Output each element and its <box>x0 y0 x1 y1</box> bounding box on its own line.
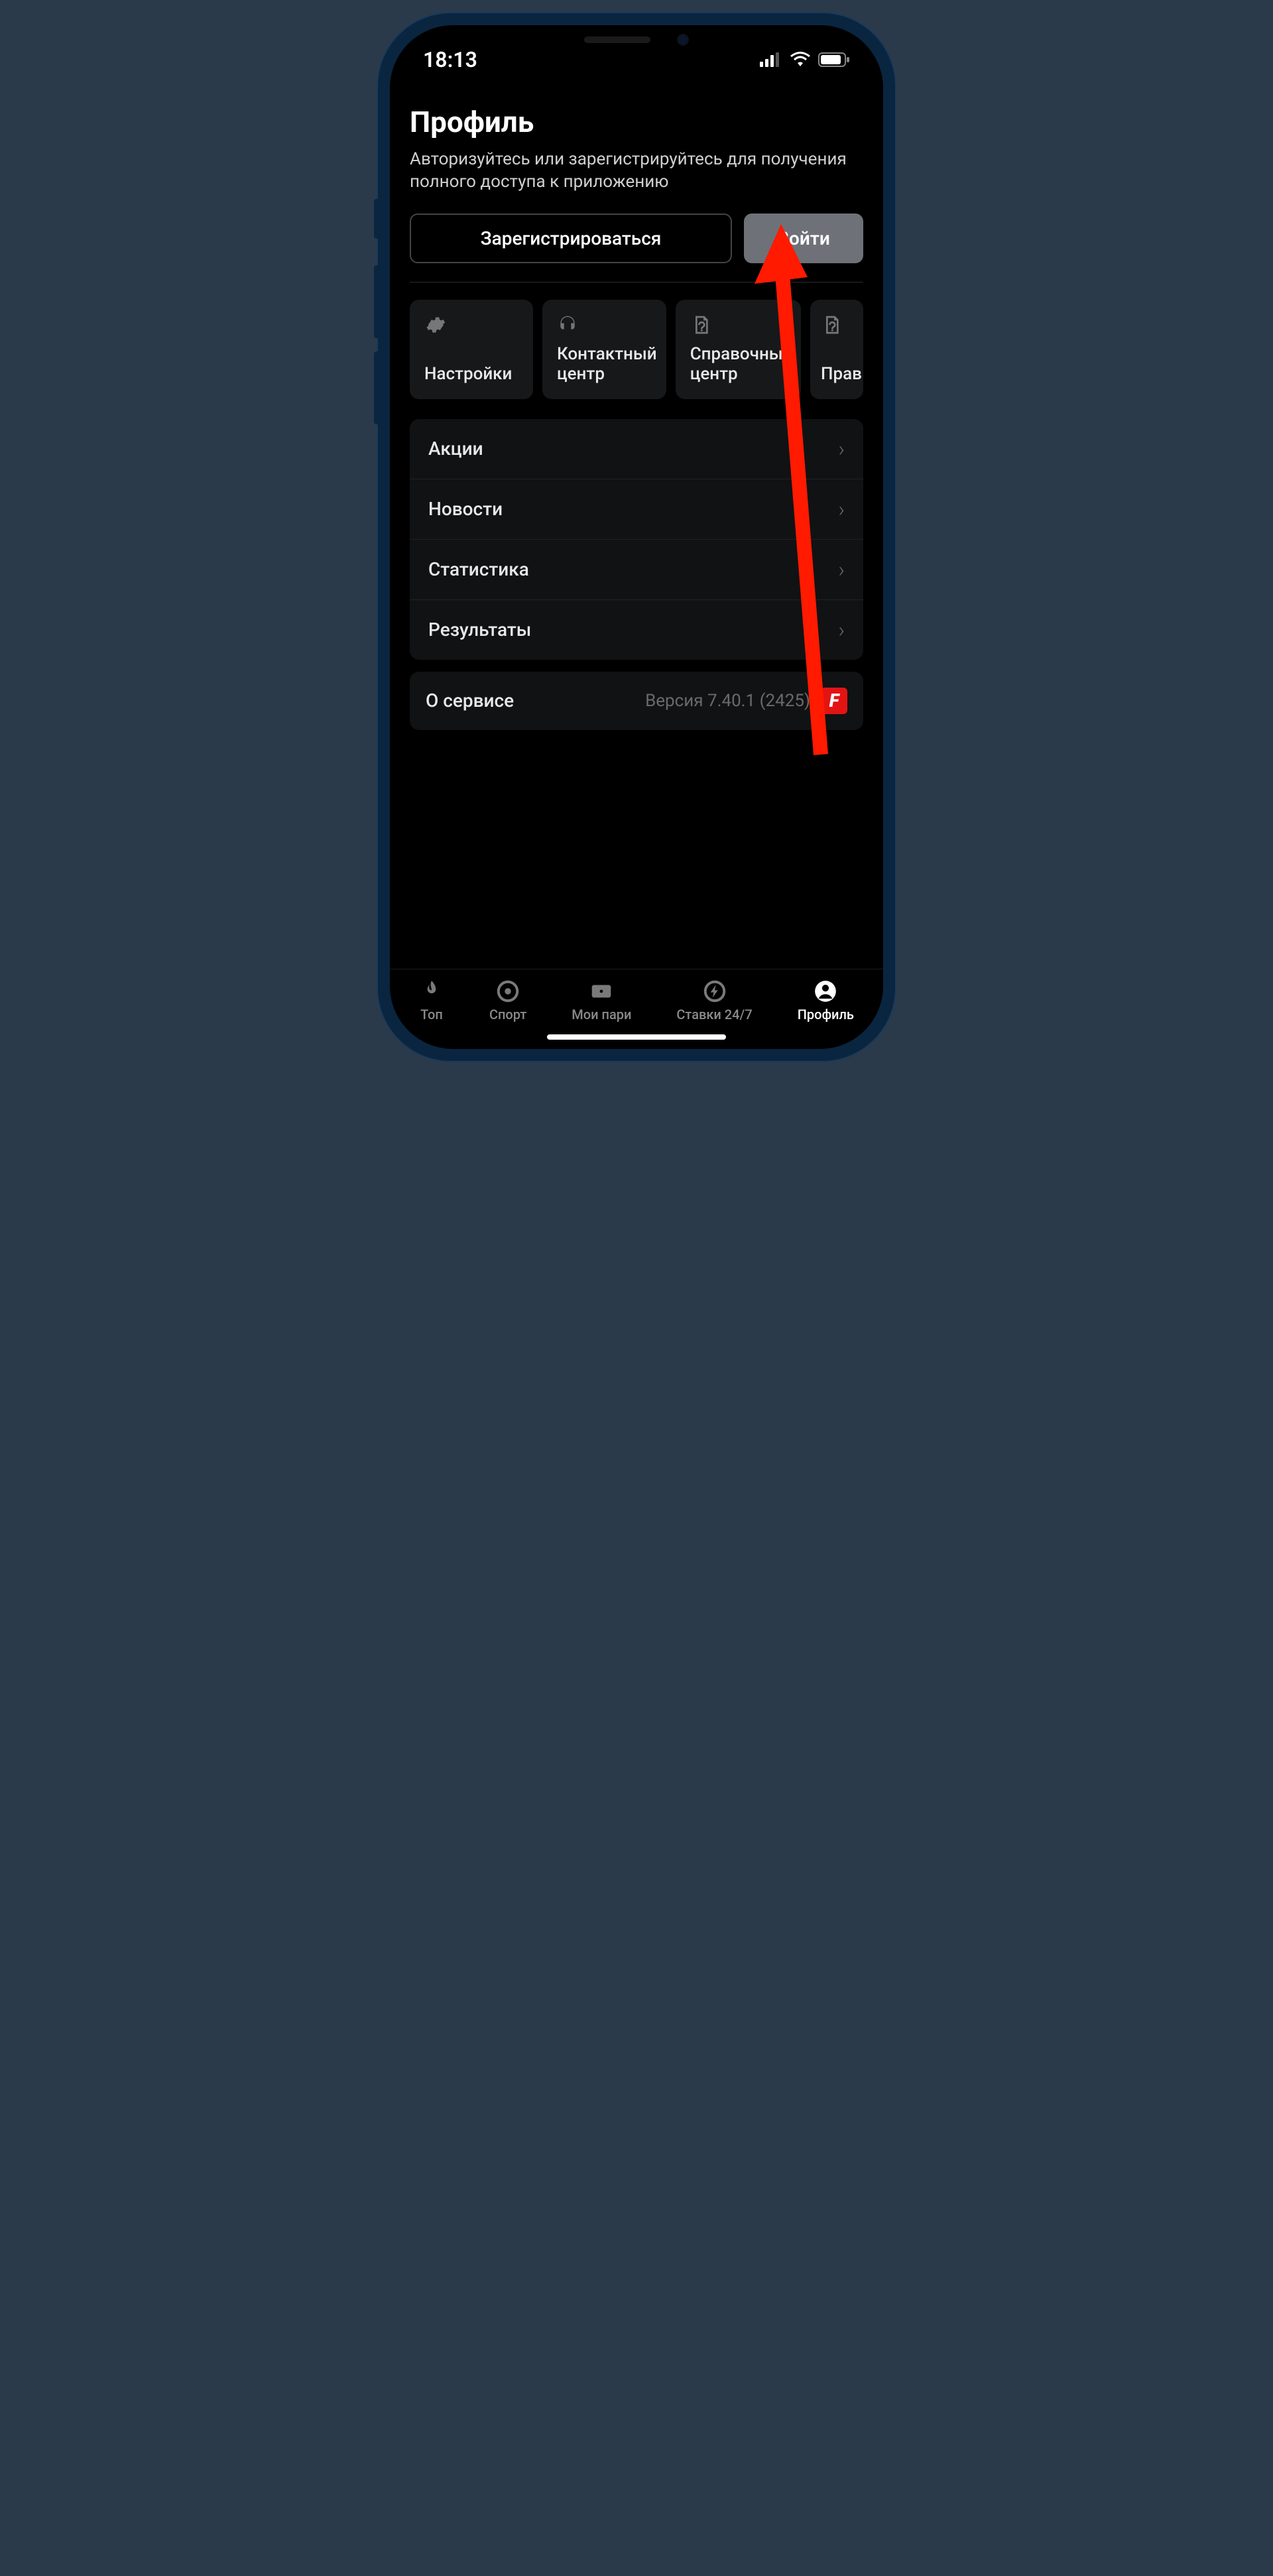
tile-label: Прав <box>821 365 857 385</box>
volume-up-button <box>374 265 379 338</box>
tile-help-center[interactable]: Справочный центр <box>676 300 801 399</box>
menu-item-label: Статистика <box>428 558 529 580</box>
nav-label: Топ <box>420 1007 443 1022</box>
bottom-nav: Топ Спорт Мои пари Ставки 24/7 Профиль <box>390 969 883 1028</box>
menu-list: Акции › Новости › Статистика › Результат… <box>410 419 863 660</box>
auth-row: Зарегистрироваться Войти <box>410 214 863 263</box>
bolt-circle-icon <box>702 979 727 1004</box>
page-subtitle: Авторизуйтесь или зарегистрируйтесь для … <box>410 149 863 194</box>
mute-switch <box>374 199 379 239</box>
nav-my-bets[interactable]: Мои пари <box>572 979 631 1022</box>
register-button-label: Зарегистрироваться <box>481 227 662 249</box>
menu-item-label: Результаты <box>428 619 531 641</box>
menu-item-news[interactable]: Новости › <box>410 479 863 540</box>
tiles-row[interactable]: Настройки Контактный центр Справочный це… <box>410 300 863 399</box>
nav-label: Спорт <box>489 1007 526 1022</box>
nav-label: Ставки 24/7 <box>676 1007 752 1022</box>
page-title: Профиль <box>410 105 863 139</box>
home-indicator[interactable] <box>547 1034 726 1040</box>
signal-icon <box>760 52 782 67</box>
chevron-right-icon: › <box>838 617 845 643</box>
nav-label: Мои пари <box>572 1007 631 1022</box>
tile-rules[interactable]: Прав <box>810 300 863 399</box>
nav-label: Профиль <box>798 1007 854 1022</box>
tile-label: Настройки <box>424 365 518 385</box>
content: Профиль Авторизуйтесь или зарегистрируйт… <box>390 85 883 969</box>
about-row[interactable]: О сервисе Версия 7.40.1 (2425) F <box>410 672 863 730</box>
menu-item-results[interactable]: Результаты › <box>410 600 863 660</box>
menu-item-statistics[interactable]: Статистика › <box>410 540 863 600</box>
nav-profile[interactable]: Профиль <box>798 979 854 1022</box>
menu-item-label: Новости <box>428 498 503 520</box>
menu-item-label: Акции <box>428 438 483 460</box>
person-circle-icon <box>813 979 838 1004</box>
version-text: Версия 7.40.1 (2425) <box>645 691 810 711</box>
help-file-icon <box>821 314 842 336</box>
nav-top[interactable]: Топ <box>419 979 444 1022</box>
nav-bets-247[interactable]: Ставки 24/7 <box>676 979 752 1022</box>
tile-contact-center[interactable]: Контактный центр <box>542 300 666 399</box>
about-right: Версия 7.40.1 (2425) F <box>645 688 847 714</box>
login-button[interactable]: Войти <box>744 214 863 263</box>
about-label: О сервисе <box>426 690 514 711</box>
menu-item-promotions[interactable]: Акции › <box>410 419 863 479</box>
volume-down-button <box>374 351 379 424</box>
app-logo-icon: F <box>821 688 847 714</box>
tile-label: Контактный центр <box>557 345 652 385</box>
ticket-icon <box>589 979 614 1004</box>
notch <box>530 25 743 54</box>
chevron-right-icon: › <box>838 557 845 582</box>
register-button[interactable]: Зарегистрироваться <box>410 214 732 263</box>
battery-icon <box>818 52 850 68</box>
chevron-right-icon: › <box>838 497 845 522</box>
tile-settings[interactable]: Настройки <box>410 300 533 399</box>
headset-icon <box>557 314 578 336</box>
status-time: 18:13 <box>423 47 477 72</box>
nav-sport[interactable]: Спорт <box>489 979 526 1022</box>
gear-icon <box>424 314 446 336</box>
flame-icon <box>419 979 444 1004</box>
login-button-label: Войти <box>777 227 830 249</box>
chevron-right-icon: › <box>838 436 845 461</box>
phone-frame: 18:13 Профиль Авториз <box>378 13 895 1061</box>
tile-label: Справочный центр <box>690 345 786 385</box>
status-icons <box>760 52 850 68</box>
help-file-icon <box>690 314 711 336</box>
target-icon <box>495 979 520 1004</box>
screen: 18:13 Профиль Авториз <box>390 25 883 1049</box>
wifi-icon <box>789 52 812 68</box>
